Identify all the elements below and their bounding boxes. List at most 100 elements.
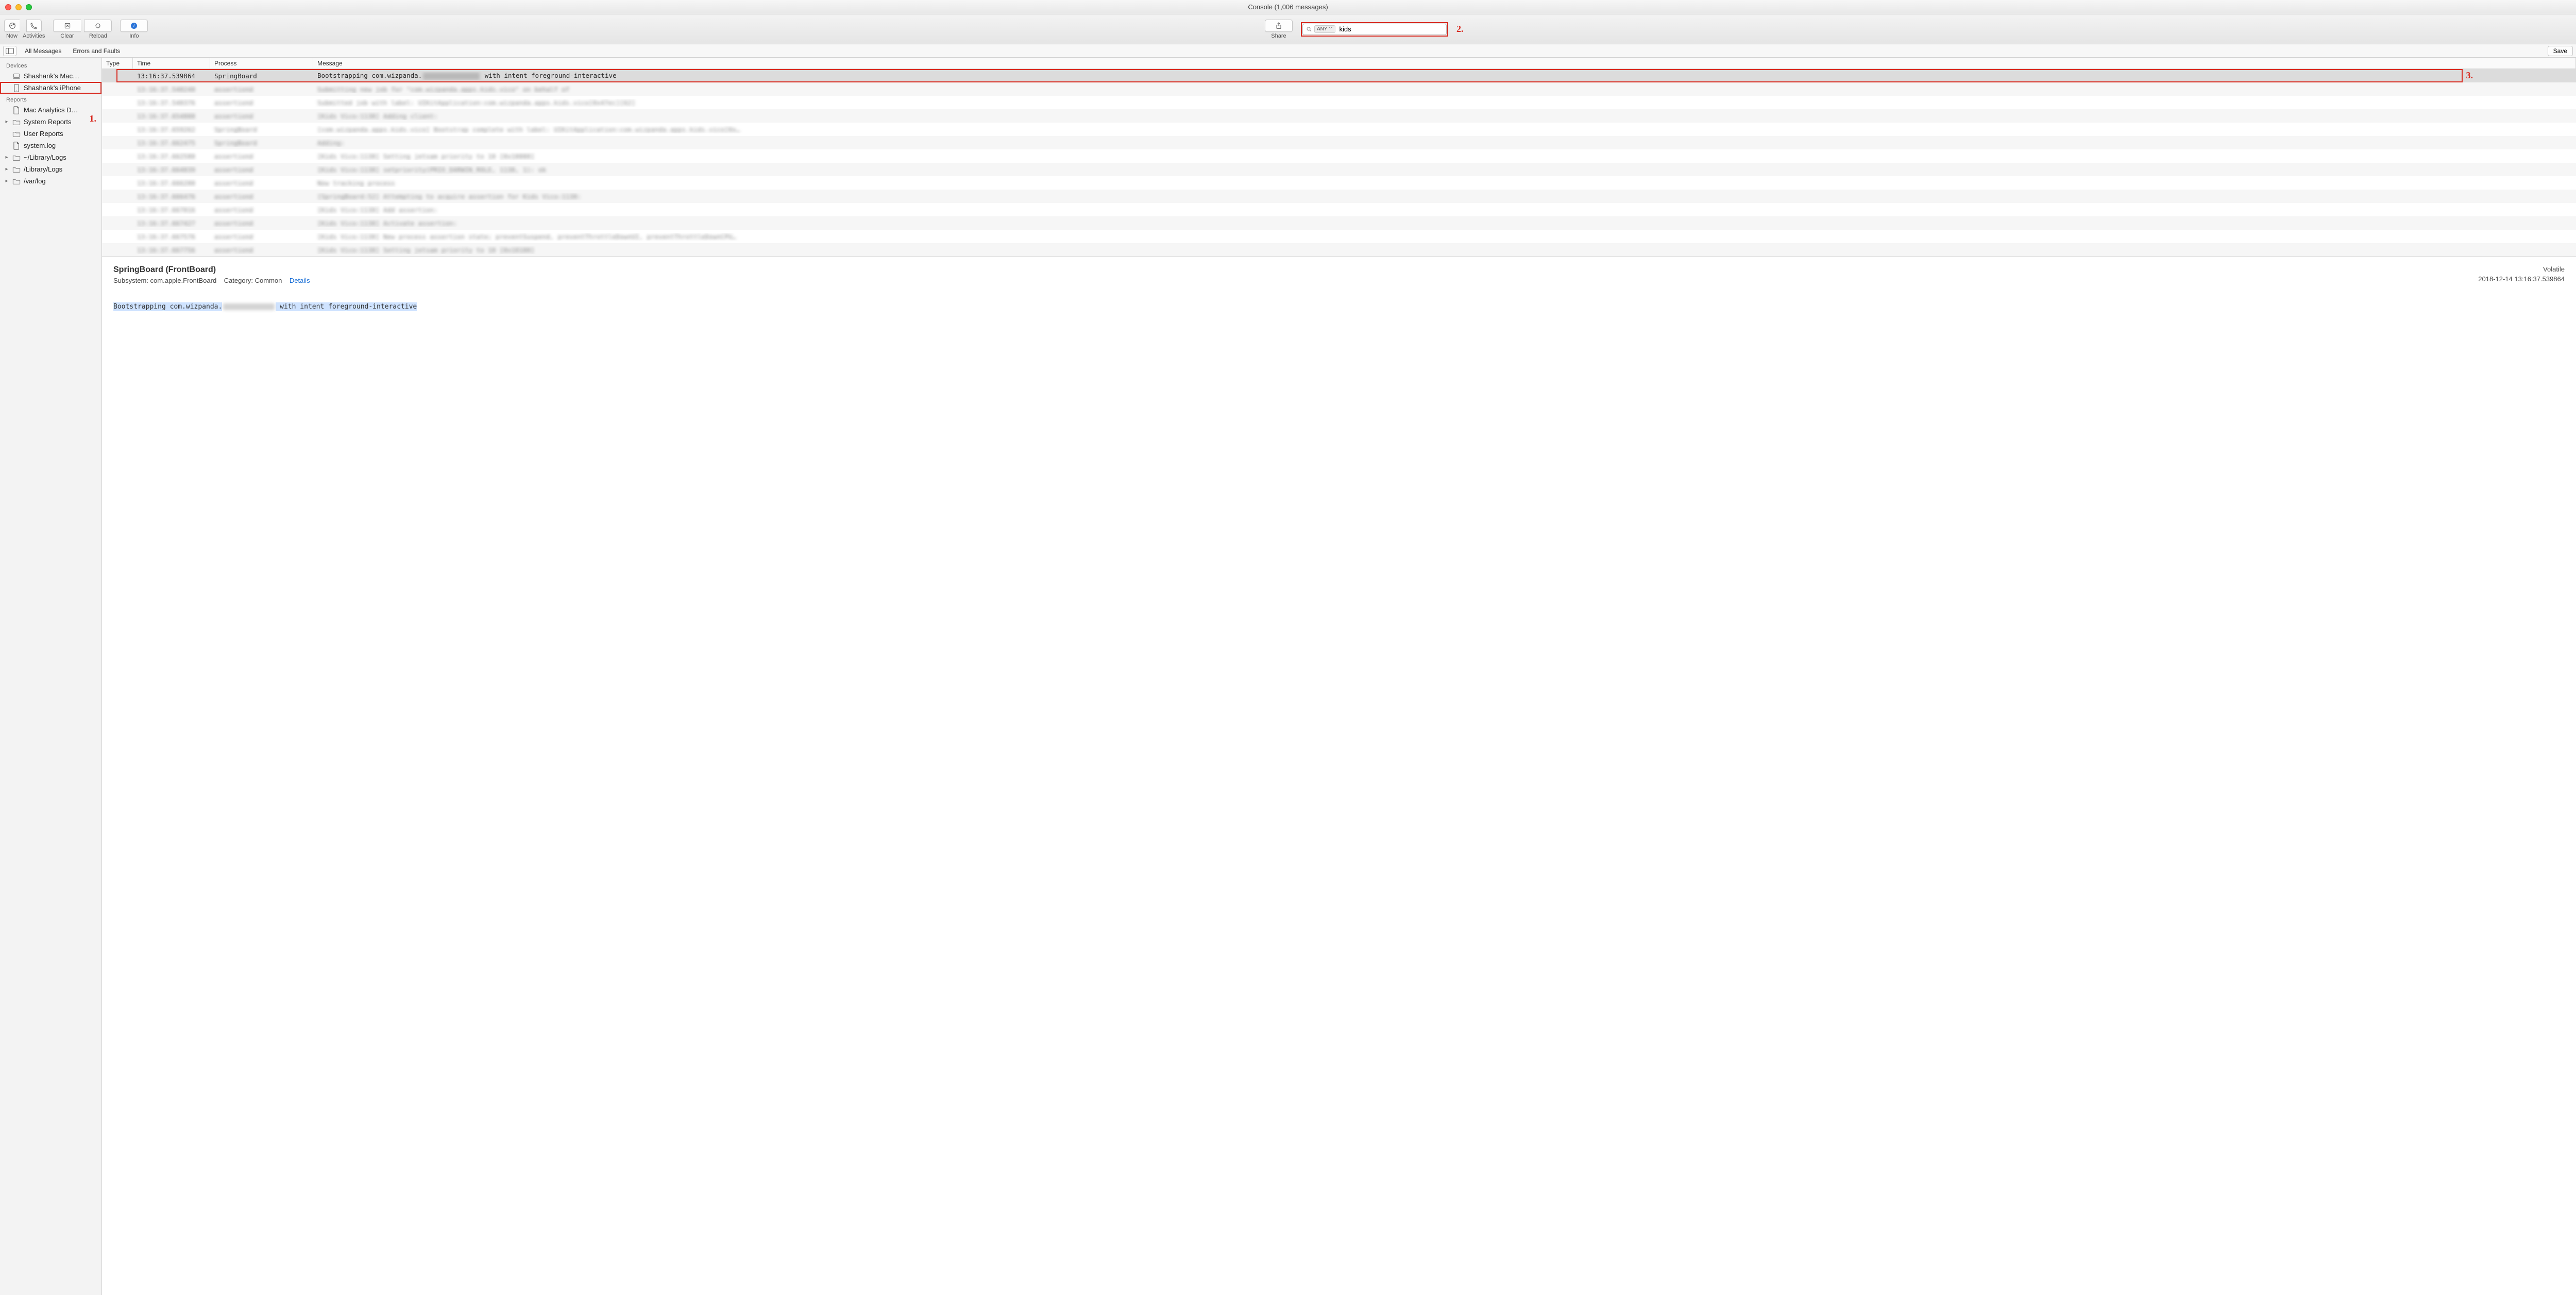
now-label: Now xyxy=(6,33,18,39)
filter-all-messages[interactable]: All Messages xyxy=(22,46,64,56)
cell-process: assertiond xyxy=(210,86,313,93)
table-body: 13:16:37.539864SpringBoardBootstrapping … xyxy=(102,69,2576,257)
activities-label: Activities xyxy=(23,33,45,39)
sidebar-item-label: Shashank's iPhone xyxy=(24,84,81,92)
sidebar-item-label: system.log xyxy=(24,142,56,149)
target-icon xyxy=(8,22,16,30)
table-row[interactable]: 13:16:37.540240assertiondSubmitting new … xyxy=(102,82,2576,96)
clear-label: Clear xyxy=(60,33,74,39)
cell-time: 13:16:37.666200 xyxy=(133,179,210,187)
sidebar-report-item[interactable]: ▸ ~/Library/Logs xyxy=(0,151,101,163)
cell-message: Bootstrapping com.wizpanda. with intent … xyxy=(313,72,2576,80)
cell-process: assertiond xyxy=(210,219,313,227)
disclosure-icon: ▸ xyxy=(4,155,9,160)
details-link[interactable]: Details xyxy=(290,277,310,284)
cell-message: [Kids Vico:1138] Add assertion: xyxy=(313,206,2576,214)
details-pane: Volatile 2018-12-14 13:16:37.539864 Spri… xyxy=(102,257,2576,1295)
cell-time: 13:16:37.666476 xyxy=(133,193,210,200)
annotation-2: 2. xyxy=(1456,24,1464,35)
details-timestamp: 2018-12-14 13:16:37.539864 xyxy=(2478,275,2565,283)
sidebar-report-item[interactable]: Mac Analytics D… xyxy=(0,104,101,116)
table-row[interactable]: 13:16:37.664039assertiond[Kids Vico:1138… xyxy=(102,163,2576,176)
table-row[interactable]: 13:16:37.667016assertiond[Kids Vico:1138… xyxy=(102,203,2576,216)
clear-icon xyxy=(63,22,72,30)
cell-time: 13:16:37.662580 xyxy=(133,152,210,160)
cell-time: 13:16:37.662475 xyxy=(133,139,210,147)
share-button[interactable] xyxy=(1265,20,1293,32)
save-button[interactable]: Save xyxy=(2548,46,2573,56)
cell-message: [Kids Vico:1138] New process assertion s… xyxy=(313,233,2576,241)
sidebar-report-item[interactable]: ▸/Library/Logs xyxy=(0,163,101,175)
info-label: Info xyxy=(129,33,139,39)
table-row[interactable]: 13:16:37.667427assertiond[Kids Vico:1138… xyxy=(102,216,2576,230)
th-message[interactable]: Message xyxy=(313,58,2576,69)
filter-errors-faults[interactable]: Errors and Faults xyxy=(70,46,123,56)
cell-process: SpringBoard xyxy=(210,139,313,147)
sidebar-item-label: ~/Library/Logs xyxy=(24,154,66,161)
share-label: Share xyxy=(1271,33,1286,39)
details-body: Bootstrapping com.wizpanda. with intent … xyxy=(113,303,2565,311)
details-metaline: Subsystem: com.apple.FrontBoard Category… xyxy=(113,277,2565,284)
search-field-wrap[interactable]: ANY ﹀ xyxy=(1302,24,1447,35)
sidebar-devices-header: Devices xyxy=(0,60,101,70)
main-split: Devices Shashank's Mac… Shashank's iPhone… xyxy=(0,58,2576,1295)
search-input[interactable] xyxy=(1337,25,1446,33)
info-icon: i xyxy=(130,22,138,30)
cell-process: SpringBoard xyxy=(210,126,313,133)
reload-button[interactable] xyxy=(84,20,112,32)
search-scope-dropdown[interactable]: ANY ﹀ xyxy=(1314,25,1335,33)
sidebar-report-item[interactable]: system.log xyxy=(0,140,101,151)
cell-time: 13:16:37.667576 xyxy=(133,233,210,241)
details-title: SpringBoard (FrontBoard) xyxy=(113,265,2565,275)
cell-time: 13:16:37.667756 xyxy=(133,246,210,254)
sidebar-item-label: User Reports xyxy=(24,130,63,138)
sidebar: Devices Shashank's Mac… Shashank's iPhone… xyxy=(0,58,102,1295)
cell-process: assertiond xyxy=(210,193,313,200)
sidebar-report-item[interactable]: ▸System Reports xyxy=(0,116,101,128)
cell-time: 13:16:37.667427 xyxy=(133,219,210,227)
cell-time: 13:16:37.664039 xyxy=(133,166,210,174)
details-body-pre: Bootstrapping com.wizpanda. xyxy=(113,303,222,311)
disclosure-icon: ▸ xyxy=(4,166,9,172)
sidebar-device-item[interactable]: Shashank's iPhone xyxy=(0,82,101,94)
th-time[interactable]: Time xyxy=(133,58,210,69)
table-row[interactable]: 13:16:37.654008assertiond[Kids Vico:1138… xyxy=(102,109,2576,123)
table-row[interactable]: 13:16:37.667756assertiond[Kids Vico:1138… xyxy=(102,243,2576,257)
cell-time: 13:16:37.540376 xyxy=(133,99,210,107)
titlebar: Console (1,006 messages) xyxy=(0,0,2576,14)
info-button[interactable]: i xyxy=(120,20,148,32)
details-volatile: Volatile xyxy=(2478,265,2565,273)
clear-button[interactable] xyxy=(53,20,81,32)
sidebar-report-item[interactable]: User Reports xyxy=(0,128,101,140)
cell-message: [Kids Vico:1138] Adding client: xyxy=(313,112,2576,120)
folder-icon xyxy=(12,118,21,126)
folder-icon xyxy=(12,130,21,138)
table-row[interactable]: 13:16:37.667576assertiond[Kids Vico:1138… xyxy=(102,230,2576,243)
sidebar-device-item[interactable]: Shashank's Mac… xyxy=(0,70,101,82)
sidebar-toggle-button[interactable] xyxy=(3,46,16,56)
table-row[interactable]: 13:16:37.666476assertiond[SpringBoard:52… xyxy=(102,190,2576,203)
cell-process: assertiond xyxy=(210,166,313,174)
table-row[interactable]: 13:16:37.540376assertiondSubmitted job w… xyxy=(102,96,2576,109)
content: Type Time Process Message 13:16:37.53986… xyxy=(102,58,2576,1295)
activities-button[interactable] xyxy=(26,20,42,32)
cell-message: Submitted job with label: UIKitApplicati… xyxy=(313,99,2576,107)
redacted-segment xyxy=(423,73,480,80)
table-row[interactable]: 13:16:37.662580assertiond[Kids Vico:1138… xyxy=(102,149,2576,163)
cell-time: 13:16:37.540240 xyxy=(133,86,210,93)
table-row[interactable]: 13:16:37.539864SpringBoardBootstrapping … xyxy=(102,69,2576,82)
th-process[interactable]: Process xyxy=(210,58,313,69)
laptop-icon xyxy=(12,73,21,80)
folder-icon xyxy=(12,178,21,185)
now-button[interactable] xyxy=(4,20,20,32)
cell-message: [Kids Vico:1138] setpriority(PRIO_DARWIN… xyxy=(313,166,2576,174)
table-row[interactable]: 13:16:37.662475SpringBoardAdding: xyxy=(102,136,2576,149)
search-annotation-box: ANY ﹀ xyxy=(1301,22,1448,37)
window-title: Console (1,006 messages) xyxy=(0,3,2576,11)
sidebar-report-item[interactable]: ▸/var/log xyxy=(0,175,101,187)
disclosure-icon: ▸ xyxy=(4,178,9,184)
folder-icon xyxy=(12,154,21,161)
th-type[interactable]: Type xyxy=(102,58,133,69)
table-row[interactable]: 13:16:37.666200assertiondNow tracking pr… xyxy=(102,176,2576,190)
table-row[interactable]: 13:16:37.659262SpringBoard[com.wizpanda.… xyxy=(102,123,2576,136)
